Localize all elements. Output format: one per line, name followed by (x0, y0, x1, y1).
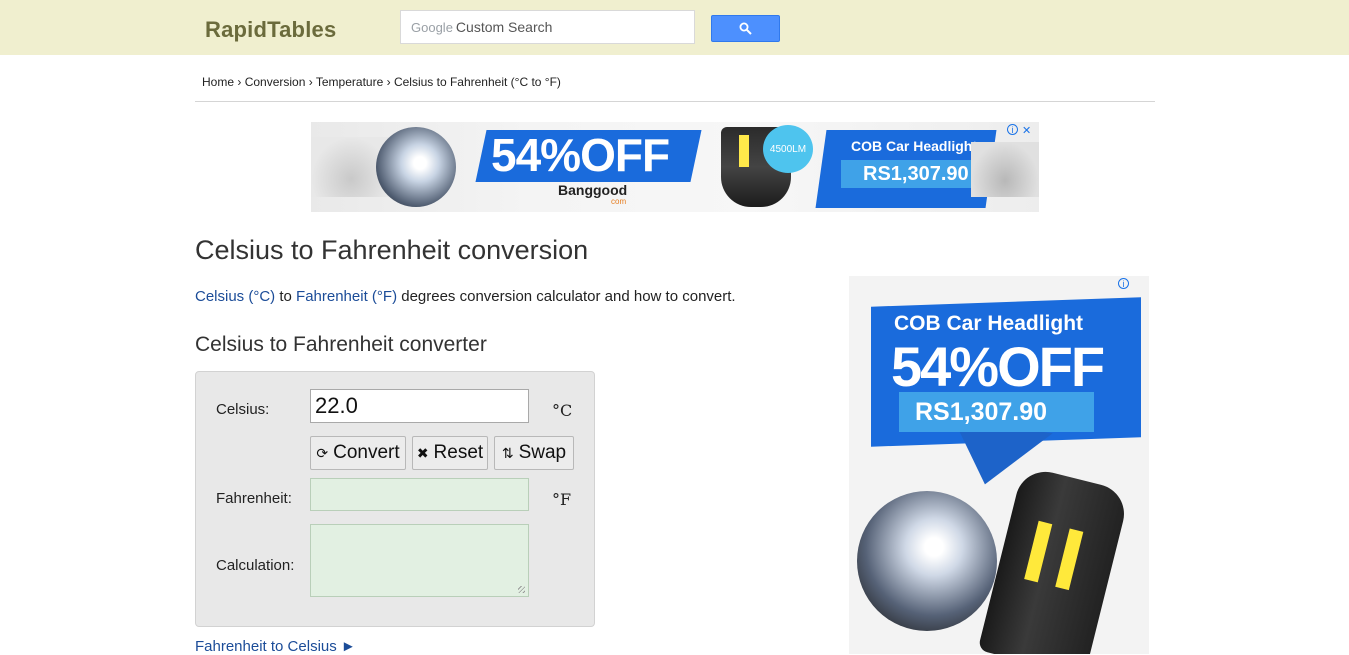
divider (195, 101, 1155, 102)
convert-button-label: Convert (333, 442, 400, 463)
fahrenheit-output[interactable] (310, 478, 529, 511)
fahrenheit-link[interactable]: Fahrenheit (°F) (296, 288, 397, 305)
fahrenheit-unit: °F (552, 490, 572, 509)
breadcrumb-current: Celsius to Fahrenheit (°C to °F) (393, 75, 561, 89)
close-icon: ✖ (416, 444, 429, 461)
intro-text: Celsius (°C) to Fahrenheit (°F) degrees … (195, 288, 736, 305)
resize-grip-icon[interactable] (518, 586, 525, 593)
refresh-icon: ⟳ (316, 444, 329, 461)
side-ad[interactable]: i COB Car Headlight 54%OFF RS1,307.90 (849, 276, 1149, 654)
celsius-link[interactable]: Celsius (°C) (195, 288, 275, 305)
ad-brand: Banggood (558, 182, 628, 198)
celsius-unit: °C (552, 401, 573, 420)
breadcrumb-conversion[interactable]: Conversion (245, 75, 306, 89)
ad-headline: 54%OFF (491, 129, 670, 181)
lumen-badge: 4500LM (763, 125, 813, 173)
close-icon[interactable]: ✕ (1022, 124, 1031, 137)
intro-connector: to (275, 288, 297, 305)
headlight-bulb-image (376, 127, 456, 207)
ad-choices[interactable]: i ✕ (1007, 124, 1031, 137)
side-ad-headline: 54%OFF (891, 335, 1105, 398)
search-button[interactable] (711, 15, 780, 42)
fahrenheit-label: Fahrenheit: (216, 490, 292, 507)
headlight-lamp-image (977, 465, 1131, 654)
ad-brand-domain: com (611, 197, 627, 206)
breadcrumb-separator: › (308, 75, 313, 89)
converter-title: Celsius to Fahrenheit converter (195, 333, 487, 356)
swap-icon: ⇅ (501, 444, 514, 461)
header-bar: RapidTables Google Custom Search (0, 0, 1349, 55)
page-title: Celsius to Fahrenheit conversion (195, 235, 589, 265)
calculation-label: Calculation: (216, 557, 295, 574)
google-brand-label: Google (411, 20, 453, 35)
ad-price: RS1,307.90 (863, 163, 969, 185)
search-placeholder: Custom Search (455, 19, 553, 35)
breadcrumb-separator: › (386, 75, 391, 89)
breadcrumb-separator: › (237, 75, 242, 89)
breadcrumb-home[interactable]: Home (202, 75, 234, 89)
site-logo[interactable]: RapidTables (205, 17, 336, 43)
convert-button[interactable]: ⟳ Convert (310, 436, 406, 470)
swap-button[interactable]: ⇅ Swap (494, 436, 574, 470)
reset-button[interactable]: ✖ Reset (412, 436, 488, 470)
celsius-input[interactable]: 22.0 (310, 389, 529, 423)
info-icon[interactable]: i (1007, 124, 1018, 135)
celsius-label: Celsius: (216, 401, 270, 418)
swap-button-label: Swap (518, 442, 567, 463)
ad-product-title: COB Car Headlight (851, 138, 978, 154)
info-icon[interactable]: i (1118, 278, 1129, 289)
headlight-bulb-image (857, 491, 997, 631)
banner-ad[interactable]: 54%OFF Banggood com 4500LM COB Car Headl… (311, 122, 1039, 212)
search-icon (739, 22, 752, 35)
converter-panel: Celsius: 22.0 °C ⟳ Convert ✖ Reset ⇅ Swap F… (195, 371, 595, 627)
side-ad-price: RS1,307.90 (915, 398, 1048, 426)
reset-button-label: Reset (433, 442, 484, 463)
car-image-right (971, 142, 1039, 197)
breadcrumb-temperature[interactable]: Temperature (316, 75, 383, 89)
calculation-output[interactable] (310, 524, 529, 597)
search-input[interactable]: Google Custom Search (400, 10, 695, 44)
fahrenheit-to-celsius-link[interactable]: Fahrenheit to Celsius ► (195, 638, 356, 655)
side-ad-title: COB Car Headlight (894, 312, 1084, 335)
breadcrumb: Home › Conversion › Temperature › Celsiu… (202, 75, 561, 89)
intro-rest: degrees conversion calculator and how to… (397, 288, 736, 305)
